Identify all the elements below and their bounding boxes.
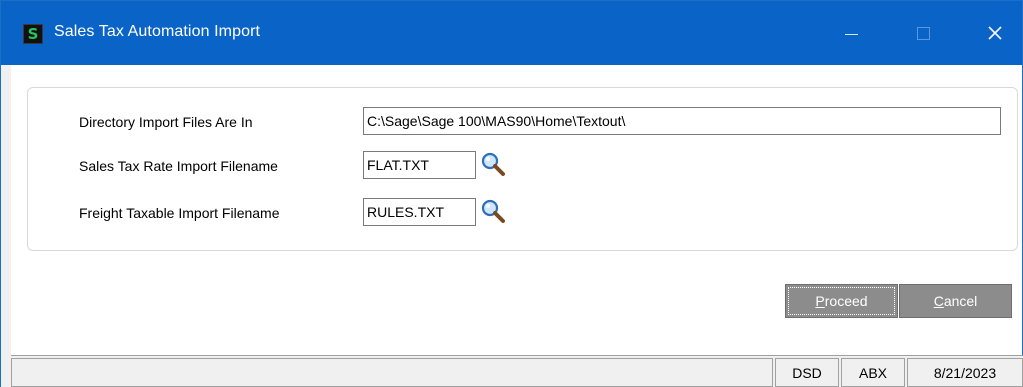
close-icon: [988, 26, 1002, 40]
sage-app-icon[interactable]: S: [23, 24, 43, 44]
minimize-icon: [844, 33, 858, 35]
proceed-button[interactable]: Proceed: [785, 284, 898, 318]
freight-filename-label: Freight Taxable Import Filename: [79, 205, 280, 221]
maximize-button: [895, 1, 951, 65]
status-user: ABX: [841, 358, 905, 387]
status-date: 8/21/2023: [907, 358, 1023, 387]
proceed-label: roceed: [824, 293, 868, 309]
freight-lookup-button[interactable]: [479, 198, 507, 226]
rate-lookup-button[interactable]: [479, 151, 507, 179]
minimize-button[interactable]: [823, 1, 879, 65]
app-window: S Sales Tax Automation Import Directory …: [0, 0, 1023, 387]
rate-filename-label: Sales Tax Rate Import Filename: [79, 158, 278, 174]
status-bar: DSD ABX 8/21/2023: [11, 355, 1023, 387]
directory-input[interactable]: C:\Sage\Sage 100\MAS90\Home\Textout\: [363, 107, 1001, 135]
status-company: DSD: [775, 358, 839, 387]
cancel-label: ancel: [943, 293, 978, 309]
directory-label: Directory Import Files Are In: [79, 114, 253, 130]
magnifier-icon: [481, 199, 505, 223]
cancel-hotkey: C: [933, 293, 944, 309]
cancel-button[interactable]: Cancel: [899, 284, 1012, 318]
window-title: Sales Tax Automation Import: [54, 23, 261, 40]
title-bar[interactable]: S Sales Tax Automation Import: [1, 1, 1022, 65]
maximize-icon: [916, 26, 930, 40]
freight-filename-input[interactable]: RULES.TXT: [363, 198, 476, 226]
status-message-panel: [11, 358, 773, 387]
rate-filename-input[interactable]: FLAT.TXT: [363, 151, 476, 179]
window-left-edge: [1, 65, 11, 387]
close-button[interactable]: [967, 1, 1023, 65]
magnifier-icon: [481, 152, 505, 176]
proceed-hotkey: P: [815, 293, 825, 309]
